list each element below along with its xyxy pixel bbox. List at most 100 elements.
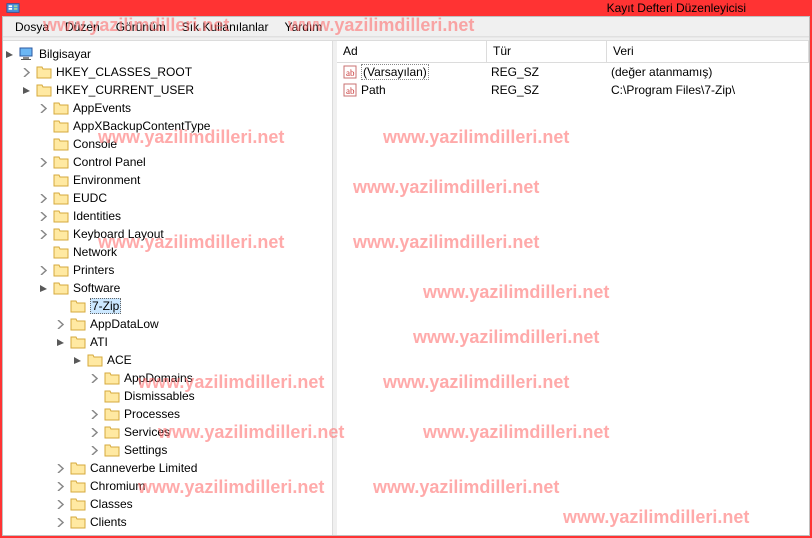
titlebar[interactable]: Kayıt Defteri Düzenleyicisi — [0, 0, 812, 16]
expand-icon[interactable] — [88, 426, 100, 438]
expand-icon[interactable] — [54, 480, 66, 492]
tree-label: Environment — [73, 173, 140, 187]
tree-node[interactable]: Printers — [37, 261, 332, 279]
value-row[interactable]: abPathREG_SZC:\Program Files\7-Zip\ — [337, 81, 809, 99]
expand-icon[interactable] — [37, 210, 49, 222]
folder-icon — [53, 137, 69, 151]
menu-edit[interactable]: Düzen — [57, 18, 108, 36]
folder-icon — [104, 443, 120, 457]
tree-label: Bilgisayar — [39, 47, 91, 61]
folder-icon — [70, 335, 86, 349]
values-list: ab (Varsayılan)REG_SZ(değer atanmamış) abP… — [337, 63, 809, 99]
expand-icon[interactable] — [37, 192, 49, 204]
collapse-icon[interactable] — [3, 48, 15, 60]
expand-icon[interactable] — [37, 102, 49, 114]
col-header-type[interactable]: Tür — [487, 41, 607, 62]
folder-icon — [53, 155, 69, 169]
tree-node[interactable]: Network — [37, 243, 332, 261]
tree-node[interactable]: Software — [37, 279, 332, 297]
tree-label: Services — [124, 425, 170, 439]
folder-icon — [104, 425, 120, 439]
tree-node[interactable]: Services — [88, 423, 332, 441]
expand-icon[interactable] — [37, 228, 49, 240]
folder-icon — [87, 353, 103, 367]
tree-node-hkcu[interactable]: HKEY_CURRENT_USER — [20, 81, 332, 99]
app-icon — [6, 1, 20, 15]
tree-pane[interactable]: Bilgisayar HKEY_CLASSES_ROOT — [3, 41, 333, 535]
menu-view[interactable]: Görünüm — [108, 18, 174, 36]
tree-node[interactable]: Classes — [54, 495, 332, 513]
folder-icon — [70, 317, 86, 331]
tree-node[interactable]: ACE — [71, 351, 332, 369]
expand-icon[interactable] — [37, 156, 49, 168]
value-data: (değer atanmamış) — [611, 65, 809, 79]
folder-icon — [53, 227, 69, 241]
expand-icon[interactable] — [88, 372, 100, 384]
menu-help[interactable]: Yardım — [276, 18, 330, 36]
panes: Bilgisayar HKEY_CLASSES_ROOT — [3, 41, 809, 535]
tree-node[interactable]: Canneverbe Limited — [54, 459, 332, 477]
tree-node[interactable]: Control Panel — [37, 153, 332, 171]
tree-node-computer[interactable]: Bilgisayar — [3, 45, 332, 63]
tree-node[interactable]: Dismissables — [88, 387, 332, 405]
tree-label: AppEvents — [73, 101, 131, 115]
folder-icon — [70, 299, 86, 313]
tree-label: 7-Zip — [90, 298, 121, 314]
collapse-icon[interactable] — [54, 336, 66, 348]
tree-node[interactable]: Chromium — [54, 477, 332, 495]
expand-icon[interactable] — [54, 498, 66, 510]
value-type: REG_SZ — [491, 83, 611, 97]
value-name: (Varsayılan) — [361, 65, 491, 79]
tree-label: Classes — [90, 497, 133, 511]
expand-icon[interactable] — [20, 66, 32, 78]
folder-icon — [70, 461, 86, 475]
tree-node[interactable]: AppDomains — [88, 369, 332, 387]
tree-label: HKEY_CURRENT_USER — [56, 83, 194, 97]
menu-favorites[interactable]: Sık Kullanılanlar — [174, 18, 277, 36]
expand-icon[interactable] — [54, 318, 66, 330]
tree-label: HKEY_CLASSES_ROOT — [56, 65, 192, 79]
collapse-icon[interactable] — [37, 282, 49, 294]
expand-icon[interactable] — [54, 516, 66, 528]
expand-icon[interactable] — [88, 444, 100, 456]
svg-text:ab: ab — [346, 86, 355, 96]
tree-label: Console — [73, 137, 117, 151]
folder-icon — [53, 209, 69, 223]
tree-node[interactable]: EUDC — [37, 189, 332, 207]
tree-node[interactable]: Keyboard Layout — [37, 225, 332, 243]
window-title: Kayıt Defteri Düzenleyicisi — [26, 1, 806, 15]
tree-node[interactable]: Console — [37, 135, 332, 153]
tree-node[interactable]: Settings — [88, 441, 332, 459]
collapse-icon[interactable] — [71, 354, 83, 366]
expand-icon[interactable] — [88, 408, 100, 420]
tree-node[interactable]: Identities — [37, 207, 332, 225]
column-headers[interactable]: Ad Tür Veri — [337, 41, 809, 63]
tree-node[interactable]: AppEvents — [37, 99, 332, 117]
tree-node[interactable]: Environment — [37, 171, 332, 189]
value-row[interactable]: ab(Varsayılan)REG_SZ(değer atanmamış) — [337, 63, 809, 81]
tree-node[interactable]: Clients — [54, 513, 332, 531]
tree-node[interactable]: Processes — [88, 405, 332, 423]
folder-icon — [36, 83, 52, 97]
tree-node[interactable]: AppXBackupContentType — [37, 117, 332, 135]
expand-icon[interactable] — [37, 264, 49, 276]
expand-icon[interactable] — [54, 462, 66, 474]
tree-node[interactable]: AppDataLow — [54, 315, 332, 333]
tree-node[interactable]: 7-Zip — [54, 297, 332, 315]
tree-label: AppDataLow — [90, 317, 159, 331]
string-value-icon: ab — [343, 83, 357, 97]
col-header-name[interactable]: Ad — [337, 41, 487, 62]
tree-label: Keyboard Layout — [73, 227, 164, 241]
string-value-icon: ab — [343, 65, 357, 79]
value-data: C:\Program Files\7-Zip\ — [611, 83, 809, 97]
col-header-data[interactable]: Veri — [607, 41, 809, 62]
menu-file[interactable]: Dosya — [7, 18, 57, 36]
tree-label: EUDC — [73, 191, 107, 205]
tree-node-hkcr[interactable]: HKEY_CLASSES_ROOT — [20, 63, 332, 81]
folder-icon — [53, 101, 69, 115]
menubar: Dosya Düzen Görünüm Sık Kullanılanlar Ya… — [3, 17, 809, 37]
values-pane[interactable]: Ad Tür Veri ab (Varsayılan)REG_SZ(değer a… — [337, 41, 809, 535]
tree-label: ATI — [90, 335, 108, 349]
collapse-icon[interactable] — [20, 84, 32, 96]
tree-node[interactable]: ATI — [54, 333, 332, 351]
